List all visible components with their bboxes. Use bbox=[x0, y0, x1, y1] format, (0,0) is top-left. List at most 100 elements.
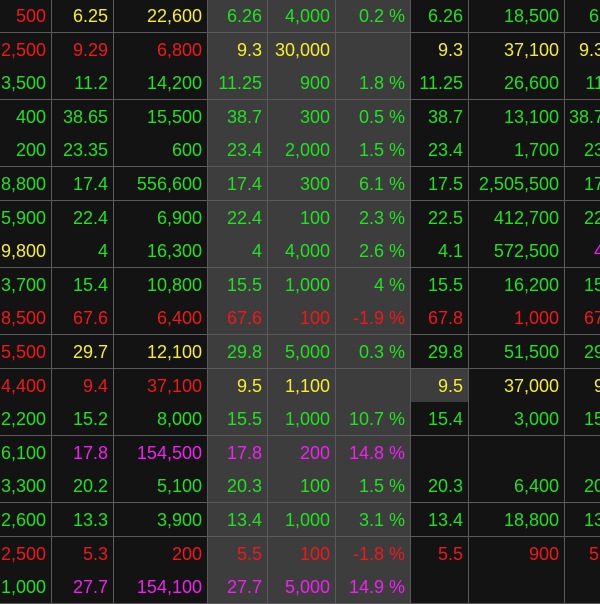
cell-offer-vol-1: 18,500 bbox=[469, 0, 565, 33]
cell-match-price: 13.4 bbox=[208, 503, 268, 537]
cell-offer-vol-1 bbox=[469, 570, 565, 604]
cell-offer-price-2 bbox=[565, 570, 600, 604]
cell-offer-price-2: 20 bbox=[565, 469, 600, 504]
cell-match-vol: 2,000 bbox=[268, 133, 336, 168]
table-row[interactable]: 3,70015.410,80015.51,0004 %15.516,20015 bbox=[0, 267, 600, 302]
cell-offer-vol-1: 1,700 bbox=[469, 133, 565, 168]
cell-change-pct: 14.9 % bbox=[336, 570, 411, 604]
cell-vol-2: 37,100 bbox=[114, 368, 208, 403]
cell-offer-price-2: 22 bbox=[565, 200, 600, 235]
cell-partial-vol: 500 bbox=[0, 0, 52, 33]
cell-match-price: 67.6 bbox=[208, 301, 268, 336]
cell-match-vol: 100 bbox=[268, 200, 336, 235]
table-row[interactable]: 5,500 29.7 12,100 29.8 5,000 0.3 % 29.8 51,500 2… bbox=[0, 335, 600, 369]
table-row[interactable]: 40038.6515,50038.73000.5 %38.713,10038.7 bbox=[0, 99, 600, 134]
cell-partial-vol: 2,500 bbox=[0, 536, 52, 571]
cell-offer-price-1: 23.4 bbox=[411, 133, 469, 168]
cell-offer-price-1: 9.3 bbox=[411, 32, 469, 67]
cell-change-pct: 14.8 % bbox=[336, 435, 411, 470]
cell-partial-vol: 3,300 bbox=[0, 469, 52, 504]
cell-offer-price-1: 15.4 bbox=[411, 402, 469, 437]
cell-offer-price-2: 15 bbox=[565, 267, 600, 302]
cell-match-vol: 1,000 bbox=[268, 402, 336, 437]
cell-offer-vol-1: 51,500 bbox=[469, 335, 565, 369]
table-row[interactable]: 6,100 17.8 154,500 17.8 200 14.8 % bbox=[0, 435, 600, 470]
cell-change-pct: 1.5 % bbox=[336, 133, 411, 168]
cell-change-pct bbox=[336, 368, 411, 403]
cell-match-vol: 30,000 bbox=[268, 32, 336, 67]
table-row[interactable]: 8,50067.66,40067.6100-1.9 %67.81,00067 bbox=[0, 301, 600, 336]
table-row[interactable]: 2,5009.296,8009.330,0009.337,1009.3 bbox=[0, 32, 600, 67]
cell-offer-price-1: 9.5 bbox=[411, 368, 469, 403]
cell-match-price: 4 bbox=[208, 234, 268, 269]
cell-match-vol: 200 bbox=[268, 435, 336, 470]
cell-vol-2: 556,600 bbox=[114, 167, 208, 201]
cell-offer-price-2: 9 bbox=[565, 368, 600, 403]
table-row[interactable]: 2,20015.28,00015.51,00010.7 %15.43,00015 bbox=[0, 402, 600, 437]
cell-price-2: 17.4 bbox=[52, 167, 114, 201]
cell-price-2: 9.29 bbox=[52, 32, 114, 67]
cell-match-vol: 100 bbox=[268, 301, 336, 336]
table-row[interactable]: 3,500 11.2 14,200 11.25 900 1.8 % 11.25 26,600 1… bbox=[0, 66, 600, 101]
cell-change-pct: -1.9 % bbox=[336, 301, 411, 336]
cell-match-vol: 5,000 bbox=[268, 335, 336, 369]
cell-change-pct: 6.1 % bbox=[336, 167, 411, 201]
cell-offer-price-1: 13.4 bbox=[411, 503, 469, 537]
cell-partial-vol: 400 bbox=[0, 99, 52, 134]
table-row[interactable]: 9,800416,30044,0002.6 %4.1572,5004 bbox=[0, 234, 600, 269]
cell-price-2: 15.2 bbox=[52, 402, 114, 437]
cell-offer-vol-1: 26,600 bbox=[469, 66, 565, 101]
cell-partial-vol: 6,100 bbox=[0, 435, 52, 470]
cell-offer-vol-1: 37,000 bbox=[469, 368, 565, 403]
table-row[interactable]: 5,90022.46,90022.41002.3 %22.5412,70022 bbox=[0, 200, 600, 235]
table-row[interactable]: 5006.2522,6006.264,0000.2 %6.2618,5006. bbox=[0, 0, 600, 33]
table-row[interactable]: 3,30020.25,10020.31001.5 %20.36,40020 bbox=[0, 469, 600, 504]
table-row[interactable]: 1,000 27.7 154,100 27.7 5,000 14.9 % bbox=[0, 570, 600, 604]
cell-offer-price-1: 6.26 bbox=[411, 0, 469, 33]
cell-match-price: 23.4 bbox=[208, 133, 268, 168]
cell-price-2: 11.2 bbox=[52, 66, 114, 101]
cell-change-pct: 1.5 % bbox=[336, 469, 411, 504]
cell-offer-price-1: 4.1 bbox=[411, 234, 469, 269]
cell-vol-2: 6,900 bbox=[114, 200, 208, 235]
cell-price-2: 20.2 bbox=[52, 469, 114, 504]
cell-match-vol: 300 bbox=[268, 167, 336, 201]
cell-price-2: 13.3 bbox=[52, 503, 114, 537]
cell-change-pct: 1.8 % bbox=[336, 66, 411, 101]
cell-vol-2: 16,300 bbox=[114, 234, 208, 269]
cell-offer-price-2: 5. bbox=[565, 536, 600, 571]
cell-partial-vol: 9,800 bbox=[0, 234, 52, 269]
cell-match-price: 29.8 bbox=[208, 335, 268, 369]
table-row[interactable]: 8,800 17.4 556,600 17.4 300 6.1 % 17.5 2,505,50… bbox=[0, 167, 600, 201]
cell-match-price: 22.4 bbox=[208, 200, 268, 235]
cell-match-price: 27.7 bbox=[208, 570, 268, 604]
cell-partial-vol: 3,700 bbox=[0, 267, 52, 302]
cell-offer-price-1 bbox=[411, 435, 469, 470]
cell-offer-price-1: 67.8 bbox=[411, 301, 469, 336]
cell-match-vol: 900 bbox=[268, 66, 336, 101]
cell-price-2: 4 bbox=[52, 234, 114, 269]
cell-offer-price-1: 22.5 bbox=[411, 200, 469, 235]
cell-change-pct: 0.3 % bbox=[336, 335, 411, 369]
cell-offer-price-2: 38.7 bbox=[565, 99, 600, 134]
cell-offer-vol-1: 412,700 bbox=[469, 200, 565, 235]
cell-offer-vol-1: 3,000 bbox=[469, 402, 565, 437]
table-row[interactable]: 2,60013.33,90013.41,0003.1 %13.418,80013 bbox=[0, 503, 600, 537]
cell-match-vol: 1,100 bbox=[268, 368, 336, 403]
cell-offer-price-2: 67 bbox=[565, 301, 600, 336]
cell-offer-price-2: 11 bbox=[565, 66, 600, 101]
cell-vol-2: 10,800 bbox=[114, 267, 208, 302]
cell-partial-vol: 1,000 bbox=[0, 570, 52, 604]
cell-offer-vol-1: 900 bbox=[469, 536, 565, 571]
table-row[interactable]: 4,4009.437,1009.51,1009.537,0009 bbox=[0, 368, 600, 403]
cell-vol-2: 12,100 bbox=[114, 335, 208, 369]
cell-vol-2: 600 bbox=[114, 133, 208, 168]
cell-price-2: 23.35 bbox=[52, 133, 114, 168]
cell-offer-price-2: 6. bbox=[565, 0, 600, 33]
cell-offer-vol-1: 37,100 bbox=[469, 32, 565, 67]
cell-offer-price-2: 15 bbox=[565, 402, 600, 437]
table-row[interactable]: 2,5005.32005.5100-1.8 %5.59005. bbox=[0, 536, 600, 571]
cell-offer-vol-1: 18,800 bbox=[469, 503, 565, 537]
cell-price-2: 27.7 bbox=[52, 570, 114, 604]
table-row[interactable]: 20023.3560023.42,0001.5 %23.41,70023 bbox=[0, 133, 600, 168]
